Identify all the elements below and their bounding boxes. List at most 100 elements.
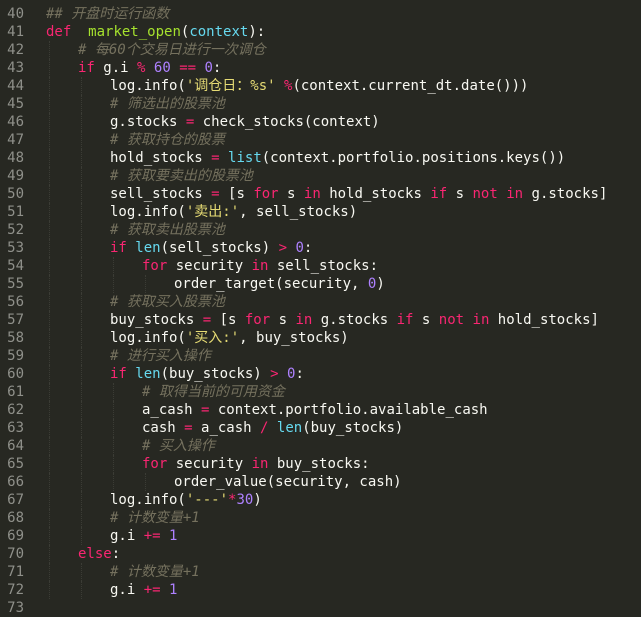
code-text: log.info('买入:', buy_stocks) — [110, 329, 349, 347]
code-line[interactable]: 40 ## 开盘时运行函数 — [0, 5, 641, 23]
code-line[interactable]: 63 cash = a_cash / len(buy_stocks) — [0, 419, 641, 437]
code-line[interactable]: 72 g.i += 1 — [0, 581, 641, 599]
token-text: a_cash — [192, 420, 261, 436]
token-kw: if — [78, 60, 95, 76]
token-text: check_stocks(context) — [194, 114, 380, 130]
line-number: 57 — [7, 312, 24, 328]
token-text: log.info( — [110, 204, 186, 220]
code-line[interactable]: 70 else: — [0, 545, 641, 563]
code-line[interactable]: 46 g.stocks = check_stocks(context) — [0, 113, 641, 131]
code-text: # 进行买入操作 — [110, 347, 211, 365]
indent-guide — [49, 527, 50, 545]
code-text: # 计数变量+1 — [110, 509, 200, 527]
code-editor[interactable]: 40 ## 开盘时运行函数 41 def market_open(context): 4… — [0, 0, 641, 616]
code-line[interactable]: 64 # 买入操作 — [0, 437, 641, 455]
line-number: 46 — [7, 114, 24, 130]
line-number: 44 — [7, 78, 24, 94]
code-line[interactable]: 45 # 筛选出的股票池 — [0, 95, 641, 113]
token-text: order_value(security, cash) — [174, 474, 402, 490]
code-line[interactable]: 71 # 计数变量+1 — [0, 563, 641, 581]
code-line[interactable]: 53 if len(sell_stocks) > 0: — [0, 239, 641, 257]
indent-guide — [145, 473, 146, 491]
indent-guide — [81, 401, 82, 419]
code-line[interactable]: 58 log.info('买入:', buy_stocks) — [0, 329, 641, 347]
code-line[interactable]: 48 hold_stocks = list(context.portfolio.p… — [0, 149, 641, 167]
line-number: 63 — [7, 420, 24, 436]
token-kw: in — [506, 186, 524, 202]
token-text: security — [167, 456, 252, 472]
token-text: s — [413, 312, 439, 328]
token-text: ): — [248, 24, 266, 40]
token-kw: if — [110, 366, 127, 382]
code-line[interactable]: 56 # 获取买入股票池 — [0, 293, 641, 311]
indent-guide — [81, 131, 82, 149]
line-number: 67 — [7, 492, 24, 508]
code-line[interactable]: 68 # 计数变量+1 — [0, 509, 641, 527]
token-kw: == — [179, 60, 197, 76]
token-kw: += — [143, 528, 161, 544]
token-cm: # 筛选出的股票池 — [110, 96, 225, 112]
indent-guide — [113, 257, 114, 275]
code-line[interactable]: 52 # 获取卖出股票池 — [0, 221, 641, 239]
code-text: hold_stocks = list(context.portfolio.pos… — [110, 149, 565, 167]
line-number: 65 — [7, 456, 24, 472]
indent-guide — [49, 581, 50, 599]
indent-guide — [49, 239, 50, 257]
indent-guide — [49, 203, 50, 221]
code-text: g.i += 1 — [110, 527, 177, 545]
code-line[interactable]: 69 g.i += 1 — [0, 527, 641, 545]
token-num: 1 — [169, 582, 178, 598]
code-line[interactable]: 61 # 取得当前的可用资金 — [0, 383, 641, 401]
code-line[interactable]: 50 sell_stocks = [s for s in hold_stocks … — [0, 185, 641, 203]
line-number: 62 — [7, 402, 24, 418]
token-cm: # 每60个交易日进行一次调仓 — [78, 42, 266, 58]
code-line[interactable]: 62 a_cash = context.portfolio.available_c… — [0, 401, 641, 419]
token-text: sell_stocks — [110, 186, 212, 202]
token-kw: = — [184, 420, 193, 436]
code-line[interactable]: 51 log.info('卖出:', sell_stocks) — [0, 203, 641, 221]
code-line[interactable]: 73 — [0, 599, 641, 617]
token-kw: for — [142, 258, 168, 274]
code-line[interactable]: 57 buy_stocks = [s for s in g.stocks if s… — [0, 311, 641, 329]
token-kw: not — [438, 312, 465, 328]
code-line[interactable]: 59 # 进行买入操作 — [0, 347, 641, 365]
code-line[interactable]: 49 # 获取要卖出的股票池 — [0, 167, 641, 185]
indent-guide — [113, 419, 114, 437]
token-kw: += — [143, 582, 161, 598]
token-text: g.stocks — [312, 312, 397, 328]
line-number: 53 — [7, 240, 24, 256]
code-line[interactable]: 43 if g.i % 60 == 0: — [0, 59, 641, 77]
token-builtin: len — [135, 240, 161, 256]
token-cm: # 取得当前的可用资金 — [142, 384, 285, 400]
code-line[interactable]: 67 log.info('---'*30) — [0, 491, 641, 509]
token-text: a_cash — [142, 402, 202, 418]
token-text: [s — [211, 312, 245, 328]
code-line[interactable]: 55 order_target(security, 0) — [0, 275, 641, 293]
code-line[interactable]: 41 def market_open(context): — [0, 23, 641, 41]
token-kw: if — [110, 240, 127, 256]
token-builtin: len — [276, 420, 303, 436]
line-number: 71 — [7, 564, 24, 580]
code-text: log.info('---'*30) — [110, 491, 262, 509]
code-line[interactable]: 60 if len(buy_stocks) > 0: — [0, 365, 641, 383]
token-text: s — [447, 186, 473, 202]
code-line[interactable]: 47 # 获取持仓的股票 — [0, 131, 641, 149]
token-cm: # 获取卖出股票池 — [110, 222, 225, 238]
code-line[interactable]: 44 log.info('调仓日：%s' %(context.current_dt… — [0, 77, 641, 95]
indent-guide — [49, 491, 50, 509]
code-line[interactable]: 54 for security in sell_stocks: — [0, 257, 641, 275]
line-number: 61 — [7, 384, 24, 400]
indent-guide — [81, 167, 82, 185]
token-kw: for — [253, 186, 279, 202]
code-text: g.i += 1 — [110, 581, 177, 599]
token-str: '卖出:' — [185, 204, 240, 220]
code-line[interactable]: 42 # 每60个交易日进行一次调仓 — [0, 41, 641, 59]
code-line[interactable]: 65 for security in buy_stocks: — [0, 455, 641, 473]
indent-guide — [49, 293, 50, 311]
line-number: 64 — [7, 438, 24, 454]
code-line[interactable]: 66 order_value(security, cash) — [0, 473, 641, 491]
indent-guide — [49, 365, 50, 383]
